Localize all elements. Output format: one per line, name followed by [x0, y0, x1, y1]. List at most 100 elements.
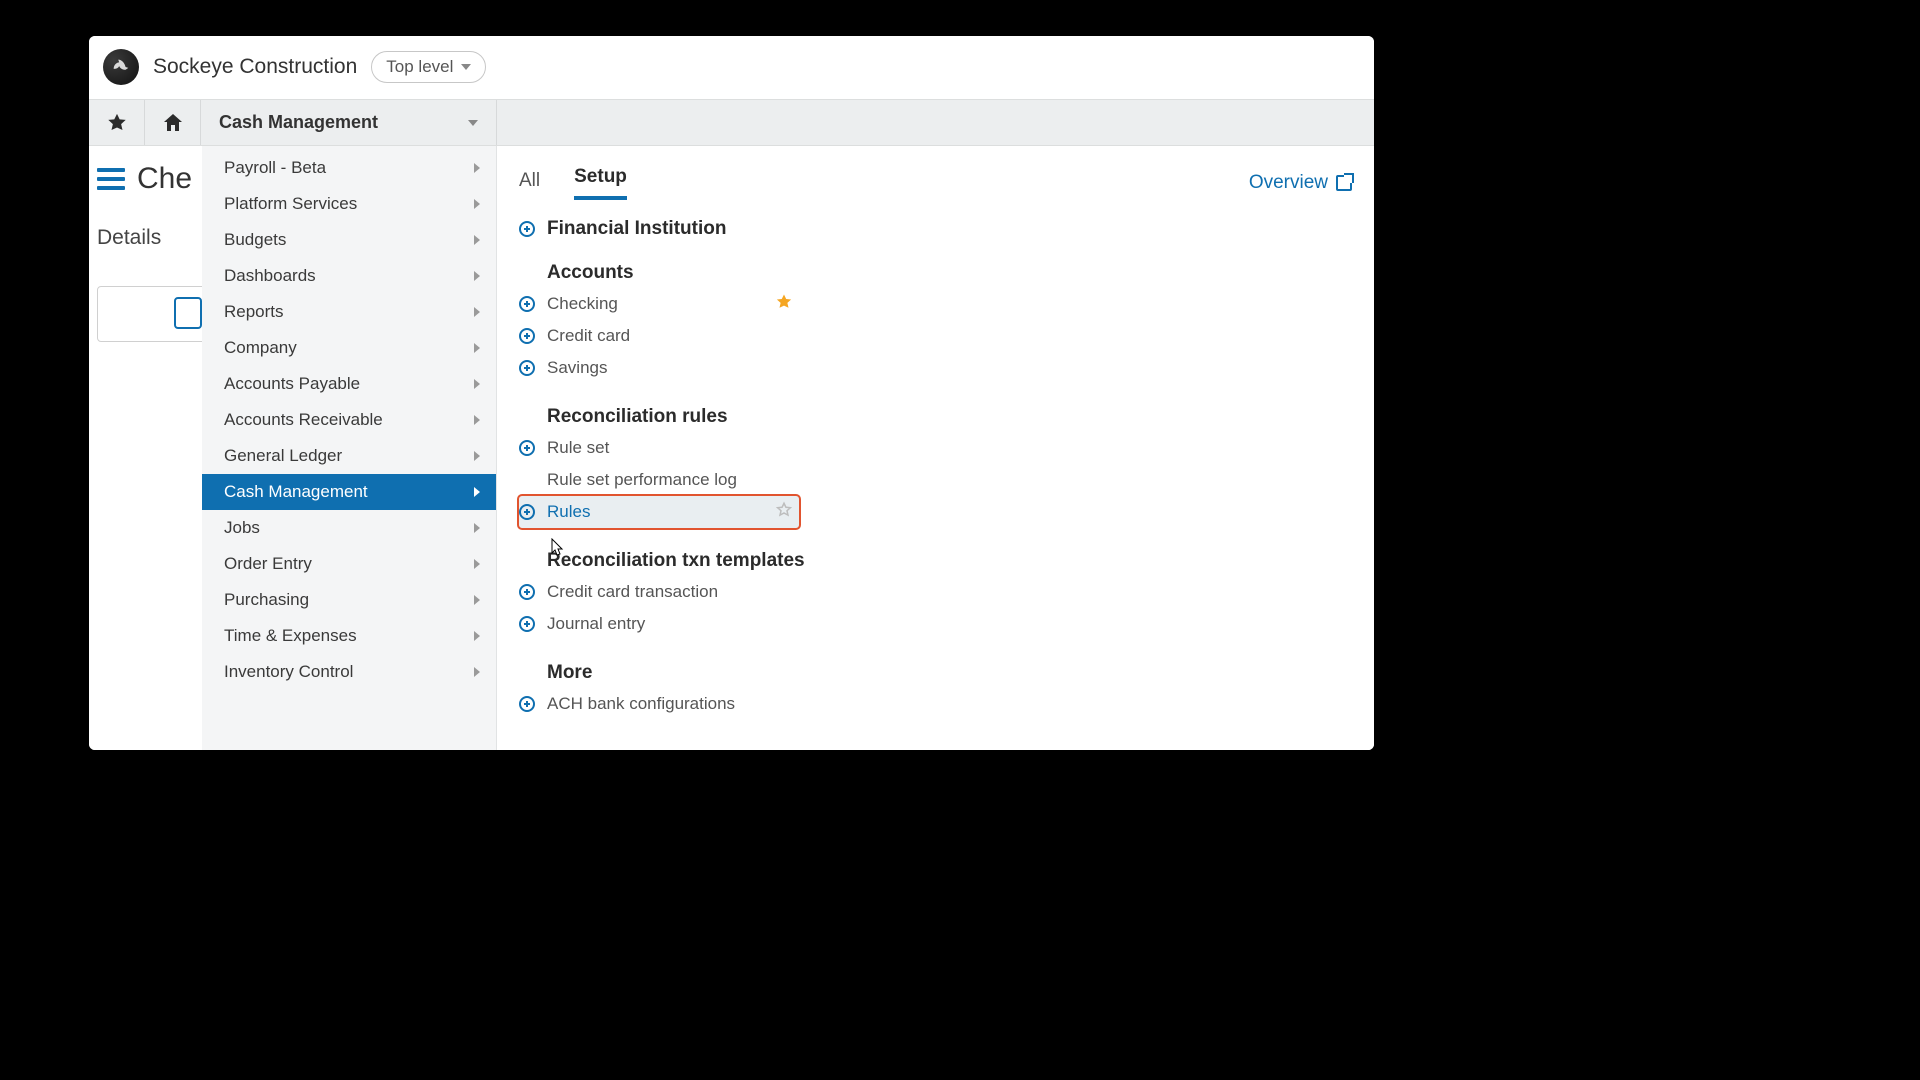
module-submenu: All Setup Overview Financial Institution	[497, 146, 1374, 750]
module-item-label: Purchasing	[224, 590, 309, 610]
scope-dropdown[interactable]: Top level	[371, 51, 486, 83]
chevron-right-icon	[474, 343, 480, 353]
submenu-tabs: All Setup Overview	[519, 148, 1352, 200]
menu-item[interactable]: Checking	[519, 288, 799, 320]
menu-item-label: Credit card transaction	[547, 582, 718, 602]
chevron-right-icon	[474, 487, 480, 497]
list-icon[interactable]	[97, 168, 125, 190]
menu-item[interactable]: Journal entry	[519, 608, 799, 640]
menu-item-label: Checking	[547, 294, 618, 314]
body-area: Che Details Payroll - Beta Platform Servi…	[89, 146, 1374, 750]
section-title: More	[547, 662, 592, 684]
module-item-label: Inventory Control	[224, 662, 353, 682]
chevron-right-icon	[474, 379, 480, 389]
menu-item-label: Rules	[547, 502, 590, 522]
plus-circle-icon[interactable]	[519, 584, 535, 600]
module-item[interactable]: General Ledger	[202, 438, 496, 474]
menu-item[interactable]: Rules	[519, 496, 799, 528]
menu-item-label: Rule set	[547, 438, 609, 458]
chevron-right-icon	[474, 307, 480, 317]
tab-all[interactable]: All	[519, 170, 540, 200]
tab-setup[interactable]: Setup	[574, 166, 627, 200]
module-item[interactable]: Accounts Payable	[202, 366, 496, 402]
module-item[interactable]: Time & Expenses	[202, 618, 496, 654]
module-item[interactable]: Payroll - Beta	[202, 150, 496, 186]
module-item-label: Company	[224, 338, 297, 358]
chevron-right-icon	[474, 631, 480, 641]
tab-details[interactable]: Details	[97, 226, 161, 250]
chevron-right-icon	[474, 199, 480, 209]
home-button[interactable]	[145, 100, 201, 145]
plus-circle-icon[interactable]	[519, 696, 535, 712]
chevron-right-icon	[474, 595, 480, 605]
plus-circle-icon[interactable]	[519, 616, 535, 632]
spacer	[519, 553, 535, 569]
module-item-label: Payroll - Beta	[224, 158, 326, 178]
menu-item-label: Credit card	[547, 326, 630, 346]
module-item-label: Dashboards	[224, 266, 316, 286]
module-item-label: Reports	[224, 302, 284, 322]
overview-link[interactable]: Overview	[1249, 172, 1352, 200]
module-item-label: Budgets	[224, 230, 286, 250]
chevron-right-icon	[474, 271, 480, 281]
plus-circle-icon[interactable]	[519, 440, 535, 456]
overview-label: Overview	[1249, 172, 1328, 194]
spacer	[519, 665, 535, 681]
app-window: Sockeye Construction Top level Cash Mana…	[89, 36, 1374, 750]
menu-item-label: Savings	[547, 358, 607, 378]
module-item[interactable]: Dashboards	[202, 258, 496, 294]
menu-item[interactable]: Rule set performance log	[519, 464, 799, 496]
section-title: Reconciliation rules	[547, 406, 728, 428]
chevron-right-icon	[474, 415, 480, 425]
section-heading-templates: Reconciliation txn templates	[519, 550, 1352, 572]
section-title: Financial Institution	[547, 218, 726, 240]
module-item[interactable]: Cash Management	[202, 474, 496, 510]
menu-item[interactable]: ACH bank configurations	[519, 688, 799, 720]
group-accounts: Accounts Checking Credit card Savings	[519, 262, 1352, 384]
plus-circle-icon[interactable]	[519, 504, 535, 520]
plus-circle-icon[interactable]	[519, 221, 535, 237]
module-item[interactable]: Budgets	[202, 222, 496, 258]
star-outline-icon[interactable]	[775, 501, 793, 524]
module-item[interactable]: Reports	[202, 294, 496, 330]
module-item[interactable]: Order Entry	[202, 546, 496, 582]
plus-circle-icon[interactable]	[519, 360, 535, 376]
spacer	[519, 409, 535, 425]
module-item[interactable]: Jobs	[202, 510, 496, 546]
module-item[interactable]: Accounts Receivable	[202, 402, 496, 438]
group-more: More ACH bank configurations	[519, 662, 1352, 720]
module-item[interactable]: Inventory Control	[202, 654, 496, 690]
group-txn-templates: Reconciliation txn templates Credit card…	[519, 550, 1352, 640]
nav-spacer	[497, 100, 1374, 145]
chevron-right-icon	[474, 451, 480, 461]
star-filled-icon[interactable]	[775, 293, 793, 316]
bird-icon	[110, 56, 132, 78]
star-icon	[106, 112, 128, 134]
chevron-right-icon	[474, 163, 480, 173]
module-item[interactable]: Platform Services	[202, 186, 496, 222]
menu-item[interactable]: Credit card	[519, 320, 799, 352]
menu-item[interactable]: Savings	[519, 352, 799, 384]
section-heading-accounts: Accounts	[519, 262, 1352, 284]
chevron-right-icon	[474, 523, 480, 533]
menu-item[interactable]: Rule set	[519, 432, 799, 464]
external-link-icon	[1336, 175, 1352, 191]
chevron-right-icon	[474, 667, 480, 677]
module-item[interactable]: Company	[202, 330, 496, 366]
section-financial-institution[interactable]: Financial Institution	[519, 218, 1352, 240]
module-item-label: Jobs	[224, 518, 260, 538]
card-button[interactable]	[174, 297, 202, 329]
module-item-label: Cash Management	[224, 482, 368, 502]
plus-circle-icon[interactable]	[519, 328, 535, 344]
company-name: Sockeye Construction	[153, 55, 357, 79]
module-dropdown[interactable]: Cash Management	[201, 100, 497, 145]
plus-circle-icon[interactable]	[519, 296, 535, 312]
section-heading-recon: Reconciliation rules	[519, 406, 1352, 428]
menu-item[interactable]: Credit card transaction	[519, 576, 799, 608]
spacer	[519, 265, 535, 281]
spacer	[519, 472, 535, 488]
page-title: Che	[137, 162, 192, 196]
module-item[interactable]: Purchasing	[202, 582, 496, 618]
chevron-right-icon	[474, 559, 480, 569]
favorites-button[interactable]	[89, 100, 145, 145]
